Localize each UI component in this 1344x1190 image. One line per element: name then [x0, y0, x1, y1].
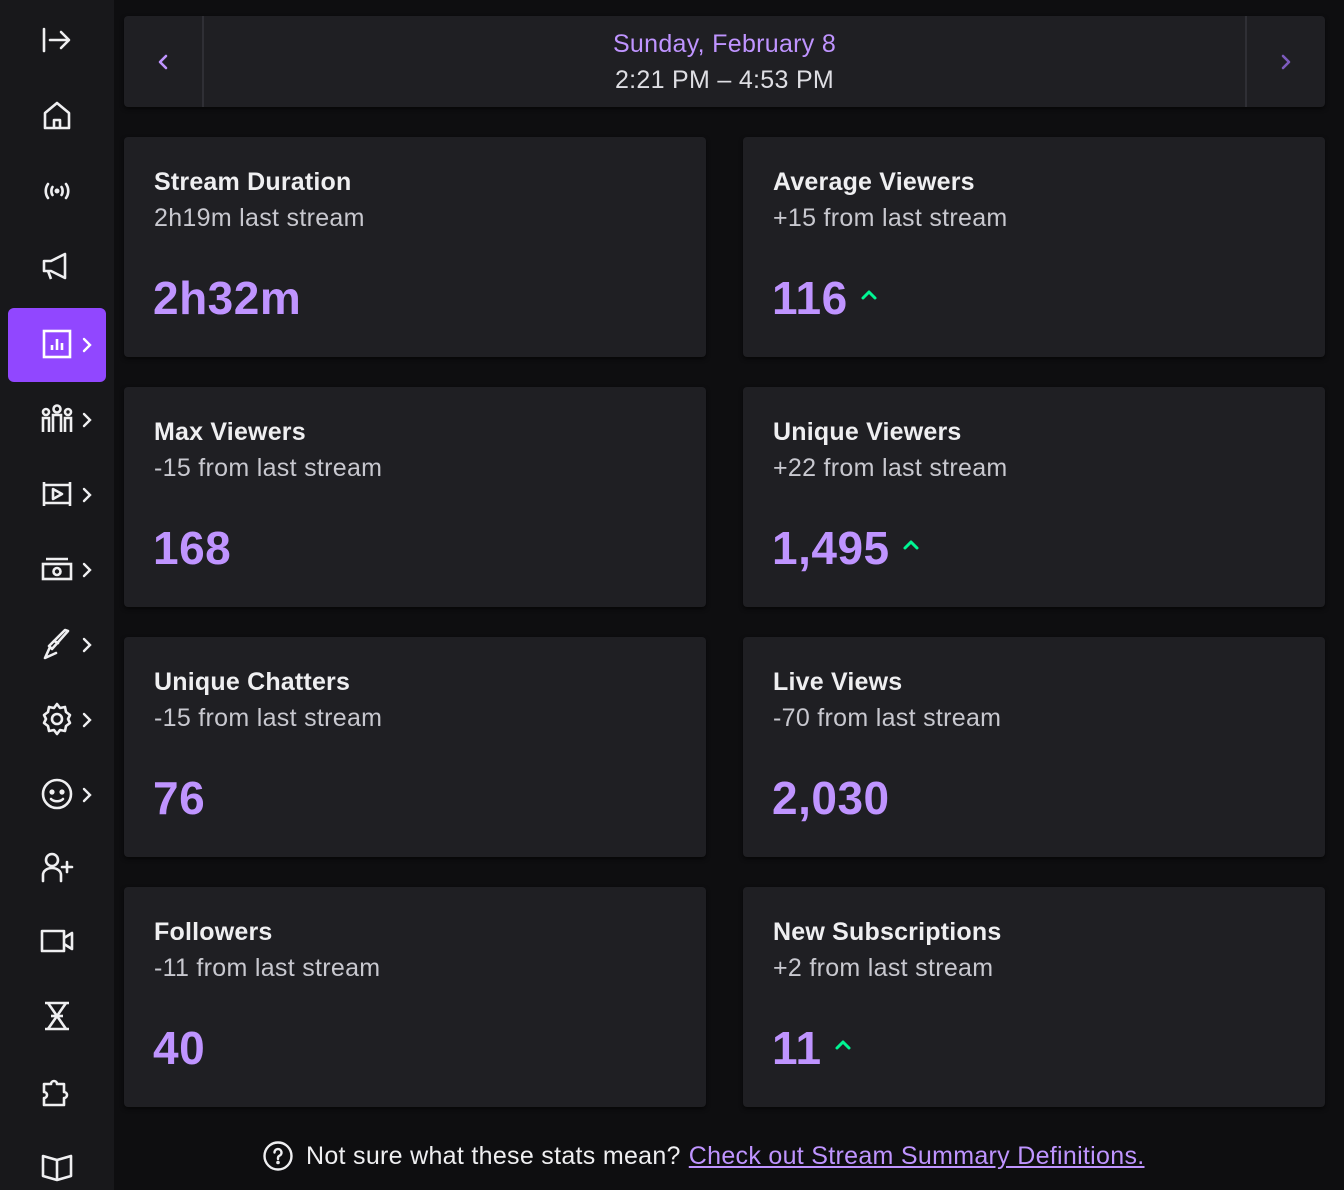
sidebar-item-video[interactable]: [8, 905, 106, 979]
chevron-left-icon: [156, 52, 170, 72]
chevron-right-icon: [80, 784, 94, 806]
chevron-right-icon: [80, 709, 94, 731]
definitions-link[interactable]: Check out Stream Summary Definitions.: [689, 1142, 1145, 1171]
stat-comparison: -11 from last stream: [154, 954, 381, 982]
stat-card-followers: Followers -11 from last stream 40: [124, 887, 706, 1107]
stat-comparison: -15 from last stream: [154, 454, 383, 482]
help-question: Not sure what these stats mean?: [306, 1141, 681, 1170]
stat-title: Live Views: [773, 668, 903, 696]
sidebar-item-extensions[interactable]: [8, 1055, 106, 1129]
sidebar-collapse-button[interactable]: [8, 4, 106, 78]
settings-icon: [39, 701, 75, 737]
monetization-icon: [39, 551, 75, 587]
stream-date: Sunday, February 8 2:21 PM – 4:53 PM: [206, 16, 1243, 107]
stat-card-max-viewers: Max Viewers -15 from last stream 168: [124, 387, 706, 607]
chevron-right-icon: [80, 409, 94, 431]
trend-up-icon: [834, 1039, 852, 1051]
stat-card-stream-duration: Stream Duration 2h19m last stream 2h32m: [124, 137, 706, 357]
sidebar-item-monetization[interactable]: [8, 533, 106, 607]
stat-comparison: +2 from last stream: [773, 954, 994, 982]
stat-card-unique-viewers: Unique Viewers +22 from last stream 1,49…: [743, 387, 1325, 607]
sidebar-item-content[interactable]: [8, 458, 106, 532]
stat-value: 116: [772, 272, 848, 324]
book-icon: [39, 1147, 75, 1183]
viewer-rewards-icon: [39, 776, 75, 812]
sidebar-item-stream-manager[interactable]: [8, 155, 106, 229]
sidebar-item-friends[interactable]: [8, 831, 106, 905]
chevron-right-icon: [80, 334, 94, 356]
sidebar-item-home[interactable]: [8, 80, 106, 154]
megaphone-icon: [39, 248, 75, 284]
sidebar-item-bits[interactable]: [8, 980, 106, 1054]
sidebar-item-analytics[interactable]: [8, 308, 106, 382]
sidebar: [0, 0, 114, 1190]
sidebar-item-viewer-rewards[interactable]: [8, 758, 106, 832]
stat-value: 2,030: [772, 772, 890, 824]
next-stream-button[interactable]: [1245, 16, 1325, 107]
stream-time-range: 2:21 PM – 4:53 PM: [614, 65, 835, 94]
collapse-arrow-icon: [39, 22, 75, 58]
stat-title: Unique Viewers: [773, 418, 962, 446]
previous-stream-button[interactable]: [124, 16, 204, 107]
stat-card-average-viewers: Average Viewers +15 from last stream 116: [743, 137, 1325, 357]
extensions-icon: [39, 1073, 75, 1109]
video-icon: [39, 923, 75, 959]
stat-title: Followers: [154, 918, 273, 946]
chevron-right-icon: [1279, 52, 1293, 72]
sidebar-item-docs[interactable]: [8, 1129, 106, 1190]
community-icon: [39, 401, 75, 437]
trend-up-icon: [860, 289, 878, 301]
stat-title: Max Viewers: [154, 418, 306, 446]
stat-value: 11: [772, 1022, 822, 1074]
chevron-right-icon: [80, 484, 94, 506]
stat-value: 76: [153, 772, 206, 824]
stat-value: 40: [153, 1022, 206, 1074]
creator-tools-icon: [39, 626, 75, 662]
stat-title: New Subscriptions: [773, 918, 1002, 946]
bits-icon: [39, 998, 75, 1034]
date-navigator: Sunday, February 8 2:21 PM – 4:53 PM: [124, 16, 1325, 107]
stats-help: Not sure what these stats mean? Check ou…: [262, 1138, 1145, 1174]
analytics-icon: [39, 326, 75, 362]
stat-value: 1,495: [772, 522, 890, 574]
sidebar-item-settings[interactable]: [8, 683, 106, 757]
sidebar-item-promotions[interactable]: [8, 230, 106, 304]
content-icon: [39, 476, 75, 512]
help-circle-icon: [262, 1140, 294, 1172]
stat-card-new-subscriptions: New Subscriptions +2 from last stream 11: [743, 887, 1325, 1107]
stat-card-unique-chatters: Unique Chatters -15 from last stream 76: [124, 637, 706, 857]
stat-comparison: +22 from last stream: [773, 454, 1008, 482]
stat-card-live-views: Live Views -70 from last stream 2,030: [743, 637, 1325, 857]
stat-comparison: -70 from last stream: [773, 704, 1002, 732]
stat-title: Stream Duration: [154, 168, 352, 196]
add-friend-icon: [39, 849, 75, 885]
stat-value: 2h32m: [153, 272, 302, 324]
chevron-right-icon: [80, 634, 94, 656]
chevron-right-icon: [80, 559, 94, 581]
stream-day: Sunday, February 8: [612, 29, 837, 58]
sidebar-item-community[interactable]: [8, 383, 106, 457]
stat-comparison: +15 from last stream: [773, 204, 1008, 232]
broadcast-icon: [39, 173, 75, 209]
home-icon: [39, 98, 75, 134]
stat-comparison: 2h19m last stream: [154, 204, 365, 232]
stat-title: Average Viewers: [773, 168, 975, 196]
sidebar-item-creator-tools[interactable]: [8, 608, 106, 682]
stat-comparison: -15 from last stream: [154, 704, 383, 732]
stat-value: 168: [153, 522, 232, 574]
trend-up-icon: [902, 539, 920, 551]
stat-title: Unique Chatters: [154, 668, 351, 696]
